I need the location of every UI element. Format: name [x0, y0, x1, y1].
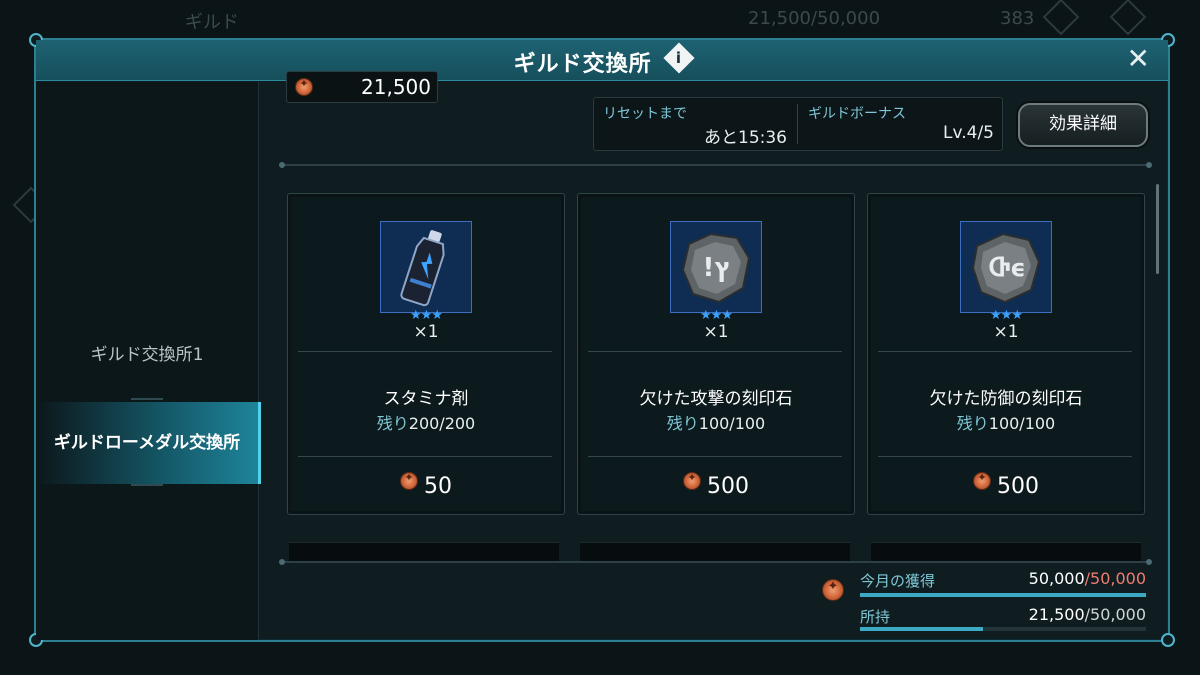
monthly-progress-bar [860, 593, 1146, 597]
medal-coin-icon [973, 471, 991, 490]
currency-value: 21,500 [361, 75, 431, 99]
exchange-item-card[interactable]: !ץ ★★★ ×1 欠けた攻撃の刻印石 残り100/100 500 [577, 193, 855, 515]
divider-dot [279, 162, 285, 168]
medal-coin-icon [400, 471, 418, 490]
card-divider [298, 351, 552, 352]
bg-count: 383 [1000, 8, 1035, 29]
owned-progress-bar [860, 627, 1146, 631]
next-row-card [580, 542, 850, 563]
item-price: 500 [578, 471, 854, 499]
svg-text:!ץ: !ץ [702, 253, 731, 283]
corner-ornament-icon [1161, 633, 1175, 647]
next-row-card [289, 542, 559, 563]
medal-coin-icon [295, 77, 313, 96]
exchange-item-card[interactable]: ★★★ ×1 スタミナ剤 残り200/200 50 [287, 193, 565, 515]
tab-divider [131, 484, 163, 486]
next-row-card [871, 542, 1141, 563]
divider [282, 164, 1148, 166]
card-divider [588, 456, 842, 457]
stamina-potion-icon [380, 221, 472, 313]
owned-label: 所持 [860, 608, 891, 626]
guild-bonus-level: Lv.4/5 [943, 123, 994, 143]
item-quantity: ×1 [413, 322, 439, 342]
info-divider [797, 104, 798, 144]
item-remaining: 残り100/100 [666, 414, 766, 433]
item-quantity: ×1 [993, 322, 1019, 342]
medal-coin-icon [822, 579, 844, 601]
item-quantity: ×1 [703, 322, 729, 342]
modal-title-row: ギルド交換所 i [36, 42, 1168, 78]
currency-display: 21,500 [286, 71, 438, 103]
medal-coin-icon [683, 471, 701, 490]
tab-divider [131, 398, 163, 400]
modal-title: ギルド交換所 [513, 52, 652, 77]
item-name: スタミナ剤 [383, 389, 469, 409]
reset-label: リセットまで [603, 106, 687, 122]
tab-guild-low-medal-exchange[interactable]: ギルドローメダル交換所 [36, 402, 261, 484]
svg-text:Ⴇϵ: Ⴇϵ [988, 254, 1025, 282]
owned-value: 21,500/50,000 [1028, 605, 1146, 624]
guild-bonus-label: ギルドボーナス [808, 106, 906, 122]
tab-guild-exchange-1[interactable]: ギルド交換所1 [36, 314, 258, 396]
bg-guild-label: ギルド [185, 12, 239, 33]
background-hud: ギルド 21,500/50,000 383 [0, 0, 1200, 40]
divider-dot [1146, 162, 1152, 168]
exchange-item-card[interactable]: Ⴇϵ ★★★ ×1 欠けた防御の刻印石 残り100/100 500 [867, 193, 1145, 515]
defense-rune-stone-icon: Ⴇϵ [960, 221, 1052, 313]
attack-rune-stone-icon: !ץ [670, 221, 762, 313]
modal-header: ギルド交換所 i ✕ [36, 40, 1168, 81]
rarity-stars: ★★★ [410, 308, 443, 323]
divider-dot [1146, 559, 1152, 565]
monthly-earned-label: 今月の獲得 [860, 572, 936, 590]
item-remaining: 残り200/200 [376, 414, 476, 433]
rarity-stars: ★★★ [700, 308, 733, 323]
item-price: 50 [288, 471, 564, 499]
item-name: 欠けた攻撃の刻印石 [639, 389, 793, 409]
card-divider [298, 456, 552, 457]
rarity-stars: ★★★ [990, 308, 1023, 323]
info-icon[interactable]: i [663, 42, 695, 74]
sidebar: ギルド交換所1 ギルドローメダル交換所 [36, 82, 261, 640]
monthly-earned-value: 50,000/50,000 [1028, 569, 1146, 588]
monthly-progress-fill [860, 593, 1146, 597]
item-name: 欠けた防御の刻印石 [929, 389, 1083, 409]
card-divider [878, 351, 1132, 352]
medal-stats: 今月の獲得 50,000/50,000 所持 21,500/50,000 [816, 568, 1146, 638]
close-icon[interactable]: ✕ [1127, 42, 1150, 75]
card-divider [588, 351, 842, 352]
owned-progress-fill [860, 627, 983, 631]
divider-dot [279, 559, 285, 565]
item-remaining: 残り100/100 [956, 414, 1056, 433]
info-panel: リセットまで あと15:36 ギルドボーナス Lv.4/5 [593, 97, 1003, 151]
item-price: 500 [868, 471, 1144, 499]
guild-exchange-modal: ギルド交換所 i ✕ ギルド交換所1 ギルドローメダル交換所 21,500 リセ… [29, 33, 1175, 647]
divider [282, 561, 1148, 563]
scrollbar[interactable] [1156, 184, 1159, 274]
reset-timer: あと15:36 [704, 128, 787, 148]
bg-currency: 21,500/50,000 [748, 8, 881, 29]
card-divider [878, 456, 1132, 457]
effect-details-button[interactable]: 効果詳細 [1018, 103, 1148, 147]
